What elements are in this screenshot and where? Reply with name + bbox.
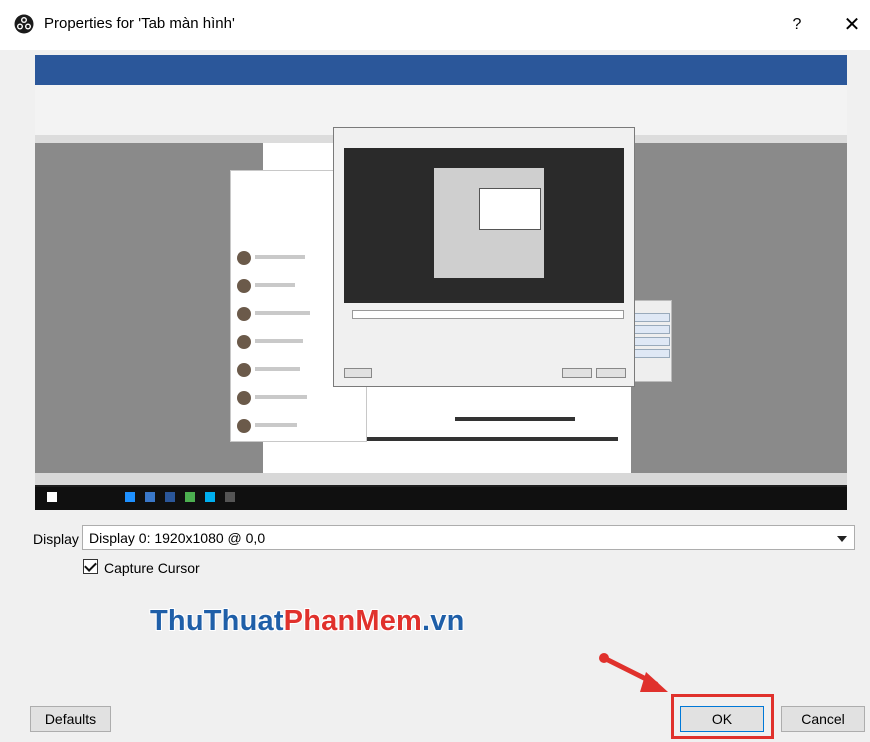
- close-button[interactable]: ✕: [838, 10, 866, 40]
- preview-word-titlebar: [35, 55, 847, 85]
- title-bar: Properties for 'Tab màn hình' ? ✕: [0, 0, 870, 50]
- window-title: Properties for 'Tab màn hình': [44, 15, 235, 32]
- preview-taskbar: [35, 487, 847, 510]
- preview-nested-button: [596, 368, 626, 378]
- checkmark-icon: [84, 559, 97, 572]
- capture-cursor-label[interactable]: Capture Cursor: [104, 560, 200, 576]
- preview-nested-screen: [344, 148, 624, 303]
- defaults-button[interactable]: Defaults: [30, 706, 111, 732]
- display-selected-value: Display 0: 1920x1080 @ 0,0: [89, 530, 266, 546]
- display-select[interactable]: Display 0: 1920x1080 @ 0,0: [82, 525, 855, 550]
- preview-text-line: [255, 311, 310, 315]
- preview-control-button: [632, 337, 670, 346]
- preview-avatar: [237, 307, 251, 321]
- preview-control-button: [632, 325, 670, 334]
- file-explorer-icon: [145, 492, 155, 502]
- preview-nested-dialog: [333, 127, 635, 387]
- chevron-down-icon: [837, 536, 847, 542]
- preview-avatar: [237, 419, 251, 433]
- watermark-part3: .vn: [422, 605, 465, 637]
- preview-text-line: [255, 395, 307, 399]
- preview-text-line: [255, 339, 303, 343]
- watermark-part1: ThuThuat: [150, 605, 284, 637]
- preview-statusbar: [35, 473, 847, 485]
- preview-avatar: [237, 279, 251, 293]
- watermark-logo: ThuThuatPhanMem.vn: [150, 605, 465, 638]
- display-label: Display: [33, 531, 79, 547]
- word-icon: [165, 492, 175, 502]
- preview-nested-field: [352, 310, 624, 319]
- preview-text-line: [255, 367, 300, 371]
- preview-text-line: [255, 255, 305, 259]
- annotation-arrow-icon: [599, 653, 668, 692]
- display-preview: [35, 55, 847, 510]
- obs-icon: [225, 492, 235, 502]
- preview-nested-button: [562, 368, 592, 378]
- preview-text-line: [455, 417, 575, 421]
- cancel-button[interactable]: Cancel: [781, 706, 865, 732]
- preview-text-line: [255, 283, 295, 287]
- ok-button[interactable]: OK: [680, 706, 764, 732]
- windows-icon: [47, 492, 57, 502]
- preview-nested-screen: [479, 188, 541, 230]
- preview-avatar: [237, 363, 251, 377]
- preview-nested-button: [344, 368, 372, 378]
- preview-control-button: [632, 349, 670, 358]
- skype-icon: [205, 492, 215, 502]
- preview-avatar: [237, 335, 251, 349]
- edge-icon: [125, 492, 135, 502]
- preview-control-button: [632, 313, 670, 322]
- preview-avatar: [237, 251, 251, 265]
- preview-text-line: [255, 423, 297, 427]
- watermark-part2: PhanMem: [283, 605, 423, 637]
- help-button[interactable]: ?: [783, 10, 811, 40]
- obs-app-icon: [14, 14, 34, 34]
- chrome-icon: [185, 492, 195, 502]
- preview-avatar: [237, 391, 251, 405]
- capture-cursor-checkbox[interactable]: [83, 559, 98, 574]
